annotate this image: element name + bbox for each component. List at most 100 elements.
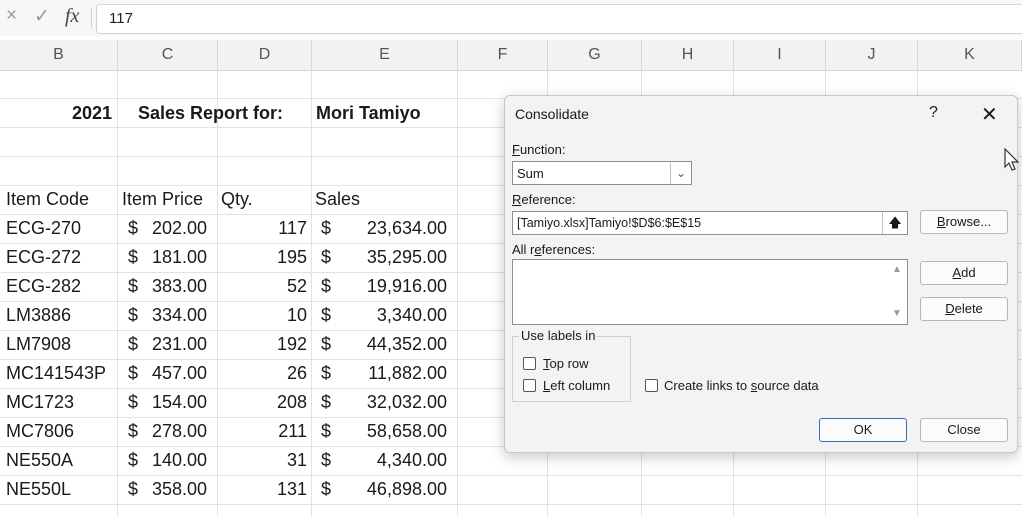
sales-cell[interactable]: 46,898.00: [330, 479, 447, 500]
qty-cell[interactable]: 208: [218, 392, 307, 413]
item-price-cell[interactable]: 278.00: [130, 421, 207, 442]
function-value: Sum: [517, 166, 544, 181]
column-header-b[interactable]: B: [0, 40, 118, 70]
function-label: Function:: [512, 142, 566, 157]
qty-cell[interactable]: 31: [218, 450, 307, 471]
item-price-cell[interactable]: 154.00: [130, 392, 207, 413]
column-header-f[interactable]: F: [458, 40, 548, 70]
qty-cell[interactable]: 26: [218, 363, 307, 384]
cancel-icon[interactable]: ×: [6, 5, 17, 27]
all-references-list[interactable]: ▲ ▼: [512, 259, 908, 325]
left-column-label[interactable]: Left column: [543, 378, 610, 393]
top-row-checkbox[interactable]: [523, 357, 536, 370]
close-button[interactable]: Close: [920, 418, 1008, 442]
reference-label: Reference:: [512, 192, 576, 207]
references-scrollbar[interactable]: ▲ ▼: [889, 260, 907, 324]
add-button[interactable]: Add: [920, 261, 1008, 285]
sales-cell[interactable]: 58,658.00: [330, 421, 447, 442]
sales-cell[interactable]: 3,340.00: [330, 305, 447, 326]
column-header-d[interactable]: D: [218, 40, 312, 70]
gridline: [117, 70, 118, 516]
dialog-title: Consolidate: [515, 106, 589, 122]
use-labels-group: Use labels in Top row Left column: [512, 328, 631, 402]
header-item-price[interactable]: Item Price: [122, 189, 203, 210]
left-column-checkbox[interactable]: [523, 379, 536, 392]
header-qty[interactable]: Qty.: [221, 189, 253, 210]
item-code-cell[interactable]: LM3886: [6, 305, 71, 326]
gridline: [457, 70, 458, 516]
item-code-cell[interactable]: MC1723: [6, 392, 74, 413]
function-dropdown[interactable]: Sum ⌄: [512, 161, 692, 185]
item-code-cell[interactable]: NE550L: [6, 479, 71, 500]
all-references-label: All references:: [512, 242, 596, 257]
sales-cell[interactable]: 44,352.00: [330, 334, 447, 355]
ok-button[interactable]: OK: [819, 418, 907, 442]
item-price-cell[interactable]: 358.00: [130, 479, 207, 500]
scroll-up-icon[interactable]: ▲: [892, 264, 902, 275]
item-code-cell[interactable]: LM7908: [6, 334, 71, 355]
report-title-cell[interactable]: Sales Report for:: [138, 103, 283, 124]
column-header-g[interactable]: G: [548, 40, 642, 70]
item-code-cell[interactable]: ECG-272: [6, 247, 81, 268]
insert-function-icon[interactable]: fx: [65, 5, 79, 28]
formula-bar: × ✓ fx 117: [0, 0, 1022, 36]
gridline: [0, 504, 1022, 505]
qty-cell[interactable]: 117: [218, 218, 307, 239]
sales-cell[interactable]: 4,340.00: [330, 450, 447, 471]
report-year-cell[interactable]: 2021: [0, 103, 112, 124]
column-header-e[interactable]: E: [312, 40, 458, 70]
qty-cell[interactable]: 192: [218, 334, 307, 355]
chevron-down-icon[interactable]: ⌄: [670, 162, 691, 184]
reference-value: [Tamiyo.xlsx]Tamiyo!$D$6:$E$15: [517, 216, 702, 230]
qty-cell[interactable]: 131: [218, 479, 307, 500]
report-name-cell[interactable]: Mori Tamiyo: [316, 103, 421, 124]
create-links-checkbox[interactable]: [645, 379, 658, 392]
item-price-cell[interactable]: 231.00: [130, 334, 207, 355]
sales-cell[interactable]: 11,882.00: [330, 363, 447, 384]
column-header-i[interactable]: I: [734, 40, 826, 70]
sales-cell[interactable]: 23,634.00: [330, 218, 447, 239]
item-price-cell[interactable]: 383.00: [130, 276, 207, 297]
mouse-cursor-icon: [1004, 148, 1020, 171]
reference-input[interactable]: [Tamiyo.xlsx]Tamiyo!$D$6:$E$15 🡅: [512, 211, 908, 235]
qty-cell[interactable]: 211: [218, 421, 307, 442]
close-icon[interactable]: ✕: [981, 102, 998, 127]
qty-cell[interactable]: 10: [218, 305, 307, 326]
item-price-cell[interactable]: 140.00: [130, 450, 207, 471]
formula-value: 117: [109, 10, 133, 27]
item-price-cell[interactable]: 202.00: [130, 218, 207, 239]
scroll-down-icon[interactable]: ▼: [892, 308, 902, 319]
column-header-j[interactable]: J: [826, 40, 918, 70]
help-icon[interactable]: ?: [929, 104, 938, 122]
item-price-cell[interactable]: 457.00: [130, 363, 207, 384]
browse-button[interactable]: Browse...: [920, 210, 1008, 234]
consolidate-dialog: Consolidate ? ✕ Function: Sum ⌄ Referenc…: [504, 95, 1018, 453]
header-sales[interactable]: Sales: [315, 189, 360, 210]
column-header-k[interactable]: K: [918, 40, 1022, 70]
column-header-h[interactable]: H: [642, 40, 734, 70]
gridline: [0, 475, 1022, 476]
column-headers: B C D E F G H I J K: [0, 40, 1022, 71]
sales-cell[interactable]: 19,916.00: [330, 276, 447, 297]
column-header-c[interactable]: C: [118, 40, 218, 70]
qty-cell[interactable]: 52: [218, 276, 307, 297]
item-code-cell[interactable]: MC7806: [6, 421, 74, 442]
sales-cell[interactable]: 32,032.00: [330, 392, 447, 413]
sales-cell[interactable]: 35,295.00: [330, 247, 447, 268]
item-price-cell[interactable]: 181.00: [130, 247, 207, 268]
header-item-code[interactable]: Item Code: [6, 189, 89, 210]
formula-input[interactable]: 117: [96, 4, 1022, 34]
enter-icon[interactable]: ✓: [34, 5, 50, 28]
item-code-cell[interactable]: ECG-270: [6, 218, 81, 239]
item-code-cell[interactable]: NE550A: [6, 450, 73, 471]
qty-cell[interactable]: 195: [218, 247, 307, 268]
formula-bar-divider: [91, 8, 92, 28]
item-code-cell[interactable]: ECG-282: [6, 276, 81, 297]
collapse-dialog-icon[interactable]: 🡅: [882, 212, 907, 234]
delete-button[interactable]: Delete: [920, 297, 1008, 321]
item-code-cell[interactable]: MC141543P: [6, 363, 106, 384]
top-row-label[interactable]: Top row: [543, 356, 589, 371]
item-price-cell[interactable]: 334.00: [130, 305, 207, 326]
gridline: [311, 70, 312, 516]
create-links-label[interactable]: Create links to source data: [664, 378, 819, 393]
